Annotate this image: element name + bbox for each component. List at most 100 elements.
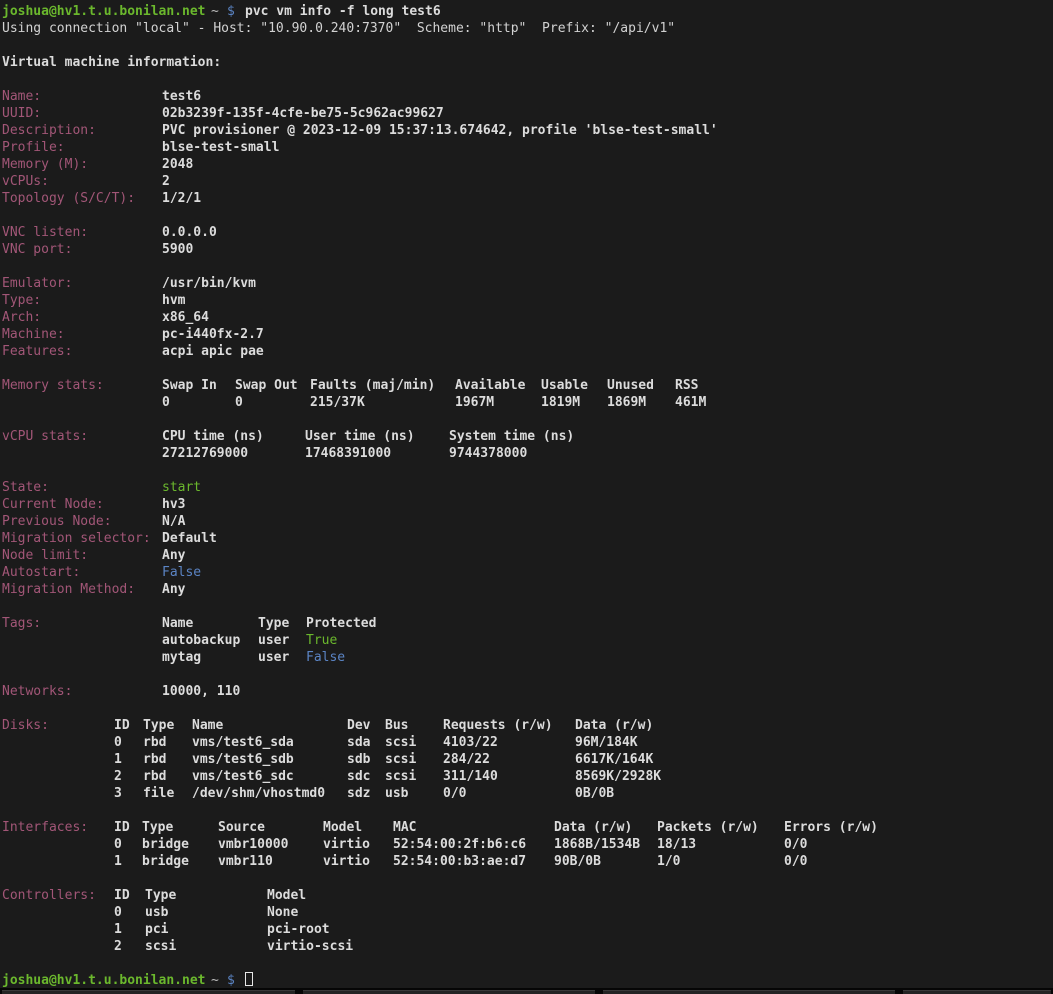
field-value: x86_64 xyxy=(162,309,209,326)
prompt-line: joshua@hv1.t.u.bonilan.net ~ $ xyxy=(0,972,1053,989)
field-label: Description: xyxy=(2,122,96,139)
cell-tag-type: user xyxy=(258,632,289,649)
field-label: Type: xyxy=(2,292,41,309)
state-value: start xyxy=(162,479,201,496)
cell-disk-id: 2 xyxy=(114,768,122,785)
prompt-user-host: joshua@hv1.t.u.bonilan.net xyxy=(2,3,206,20)
col-header: Model xyxy=(323,819,362,836)
interface-row: 0 bridge vmbr10000 virtio 52:54:00:2f:b6… xyxy=(0,836,1053,853)
col-header: Swap Out xyxy=(235,377,298,394)
field-label: State: xyxy=(2,479,49,496)
interface-row: 1 bridge vmbr110 virtio 52:54:00:b3:ae:d… xyxy=(0,853,1053,870)
field-value: 10000, 110 xyxy=(162,683,240,700)
cell-disk-id: 3 xyxy=(114,785,122,802)
terminal-window[interactable]: joshua@hv1.t.u.bonilan.net ~ $ pvc vm in… xyxy=(0,0,1053,988)
cell-disk-name: vms/test6_sda xyxy=(192,734,294,751)
field-label: vCPUs: xyxy=(2,173,49,190)
vcpu-stats-values-row: 27212769000 17468391000 9744378000 xyxy=(0,445,1053,462)
cell-iface-model: virtio xyxy=(323,853,370,870)
cell-iface-errors: 0/0 xyxy=(784,853,807,870)
col-header: Faults (maj/min) xyxy=(310,377,435,394)
machine-row: Type: hvm xyxy=(0,292,1053,309)
disks-header-row: Disks: ID Type Name Dev Bus Requests (r/… xyxy=(0,717,1053,734)
state-row: Previous Node: N/A xyxy=(0,513,1053,530)
controllers-header-row: Controllers: ID Type Model xyxy=(0,887,1053,904)
cell-iface-type: bridge xyxy=(142,853,189,870)
page-title: Virtual machine information: xyxy=(2,54,221,71)
field-value: 1/2/1 xyxy=(162,190,201,207)
bottom-bar-segment xyxy=(303,990,595,994)
field-value: blse-test-small xyxy=(162,139,279,156)
field-label: Controllers: xyxy=(2,887,96,904)
tag-row: autobackup user True xyxy=(0,632,1053,649)
info-row: vCPUs: 2 xyxy=(0,173,1053,190)
cell-tag-name: mytag xyxy=(162,649,201,666)
field-value: Any xyxy=(162,581,185,598)
cell-disk-data: 6617K/164K xyxy=(575,751,653,768)
cell-disk-data: 96M/184K xyxy=(575,734,638,751)
col-header: Protected xyxy=(306,615,376,632)
cell-disk-dev: sdz xyxy=(347,785,370,802)
vcpu-stats-header-row: vCPU stats: CPU time (ns) User time (ns)… xyxy=(0,428,1053,445)
controller-row: 0 usb None xyxy=(0,904,1053,921)
cell-swap-out: 0 xyxy=(235,394,243,411)
cell-disk-bus: usb xyxy=(385,785,408,802)
field-value: hv3 xyxy=(162,496,185,513)
prompt-line: joshua@hv1.t.u.bonilan.net ~ $ pvc vm in… xyxy=(0,3,1053,20)
cell-disk-requests: 311/140 xyxy=(443,768,498,785)
field-label: Arch: xyxy=(2,309,41,326)
cell-user-time: 17468391000 xyxy=(305,445,391,462)
field-label: Topology (S/C/T): xyxy=(2,190,135,207)
cell-ctrl-type: pci xyxy=(145,921,168,938)
field-label: Interfaces: xyxy=(2,819,88,836)
controller-row: 1 pci pci-root xyxy=(0,921,1053,938)
col-header: Data (r/w) xyxy=(554,819,632,836)
cell-disk-requests: 284/22 xyxy=(443,751,490,768)
cell-iface-mac: 52:54:00:2f:b6:c6 xyxy=(393,836,526,853)
state-row: Autostart: False xyxy=(0,564,1053,581)
cell-ctrl-type: usb xyxy=(145,904,168,921)
cell-disk-requests: 0/0 xyxy=(443,785,466,802)
memory-stats-values-row: 0 0 215/37K 1967M 1819M 1869M 461M xyxy=(0,394,1053,411)
state-row: Node limit: Any xyxy=(0,547,1053,564)
field-value: 02b3239f-135f-4cfe-be75-5c962ac99627 xyxy=(162,105,444,122)
field-value: Default xyxy=(162,530,217,547)
col-header: ID xyxy=(114,717,130,734)
cell-ctrl-id: 1 xyxy=(114,921,122,938)
field-label: Profile: xyxy=(2,139,65,156)
disk-row: 1 rbd vms/test6_sdb sdb scsi 284/22 6617… xyxy=(0,751,1053,768)
disk-row: 2 rbd vms/test6_sdc sdc scsi 311/140 856… xyxy=(0,768,1053,785)
field-label: Node limit: xyxy=(2,547,88,564)
field-value: N/A xyxy=(162,513,185,530)
info-row: Name: test6 xyxy=(0,88,1053,105)
field-label: UUID: xyxy=(2,105,41,122)
cell-disk-bus: scsi xyxy=(385,751,416,768)
info-row: Description: PVC provisioner @ 2023-12-0… xyxy=(0,122,1053,139)
cell-system-time: 9744378000 xyxy=(449,445,527,462)
prompt-cwd: ~ xyxy=(211,972,219,989)
cell-ctrl-model: pci-root xyxy=(267,921,330,938)
col-header: Type xyxy=(143,717,174,734)
cell-iface-model: virtio xyxy=(323,836,370,853)
cell-disk-bus: scsi xyxy=(385,768,416,785)
bottom-bar-segment xyxy=(903,990,1051,994)
cell-rss: 461M xyxy=(675,394,706,411)
bottom-bar-segment xyxy=(603,990,895,994)
state-row: Migration selector: Default xyxy=(0,530,1053,547)
field-value: pc-i440fx-2.7 xyxy=(162,326,264,343)
prompt-symbol: $ xyxy=(227,3,235,20)
field-label: VNC listen: xyxy=(2,224,88,241)
info-row: Topology (S/C/T): 1/2/1 xyxy=(0,190,1053,207)
cell-iface-data: 90B/0B xyxy=(554,853,601,870)
bottom-bar-segment xyxy=(2,990,295,994)
prompt-user-host: joshua@hv1.t.u.bonilan.net xyxy=(2,972,206,989)
field-label: Networks: xyxy=(2,683,72,700)
autostart-value: False xyxy=(162,564,201,581)
machine-row: Emulator: /usr/bin/kvm xyxy=(0,275,1053,292)
tag-row: mytag user False xyxy=(0,649,1053,666)
col-header: Packets (r/w) xyxy=(657,819,759,836)
field-label: Machine: xyxy=(2,326,65,343)
field-value: 2 xyxy=(162,173,170,190)
cell-swap-in: 0 xyxy=(162,394,170,411)
col-header: RSS xyxy=(675,377,698,394)
